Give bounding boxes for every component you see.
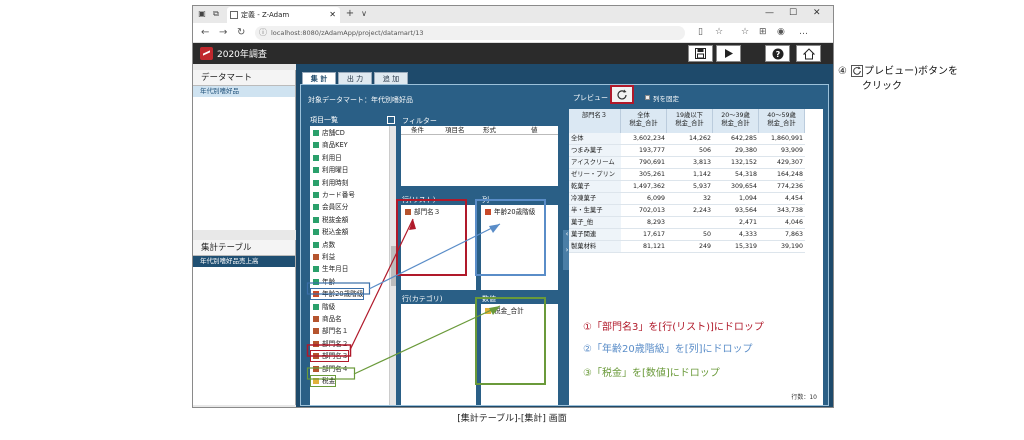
arrowhead-green [489,306,500,315]
note4-text: プレビュー)ボタンを [864,66,959,77]
annotation-box-blue [306,282,371,295]
arrowhead-blue [489,224,500,233]
annotation-note-4: ④ プレビュー)ボタンを クリック [838,62,958,92]
annotation-note-2: ②「年齢20歳階級」を[列]にドロップ [583,344,753,355]
annotation-arrow-blue [368,223,501,290]
annotation-zone-red [396,199,467,276]
annotation-note-1: ①「部門名3」を[行(リスト)]にドロップ [583,322,764,333]
annotation-box-red [306,344,352,357]
annotation-zone-green [475,297,546,385]
annotation-arrow-green [353,305,501,375]
note4-number: ④ [838,66,847,77]
note4-refresh-icon [851,65,864,77]
annotation-box-green [306,367,356,380]
annotation-arrow-red [349,218,414,351]
annotation-note-3: ③「税金」を[数値]にドロップ [583,368,720,379]
annotation-zone-blue [475,199,546,276]
note4-text-2: クリック [862,81,902,92]
figure-caption: [集計テーブル]-[集計] 画面 [457,414,567,424]
